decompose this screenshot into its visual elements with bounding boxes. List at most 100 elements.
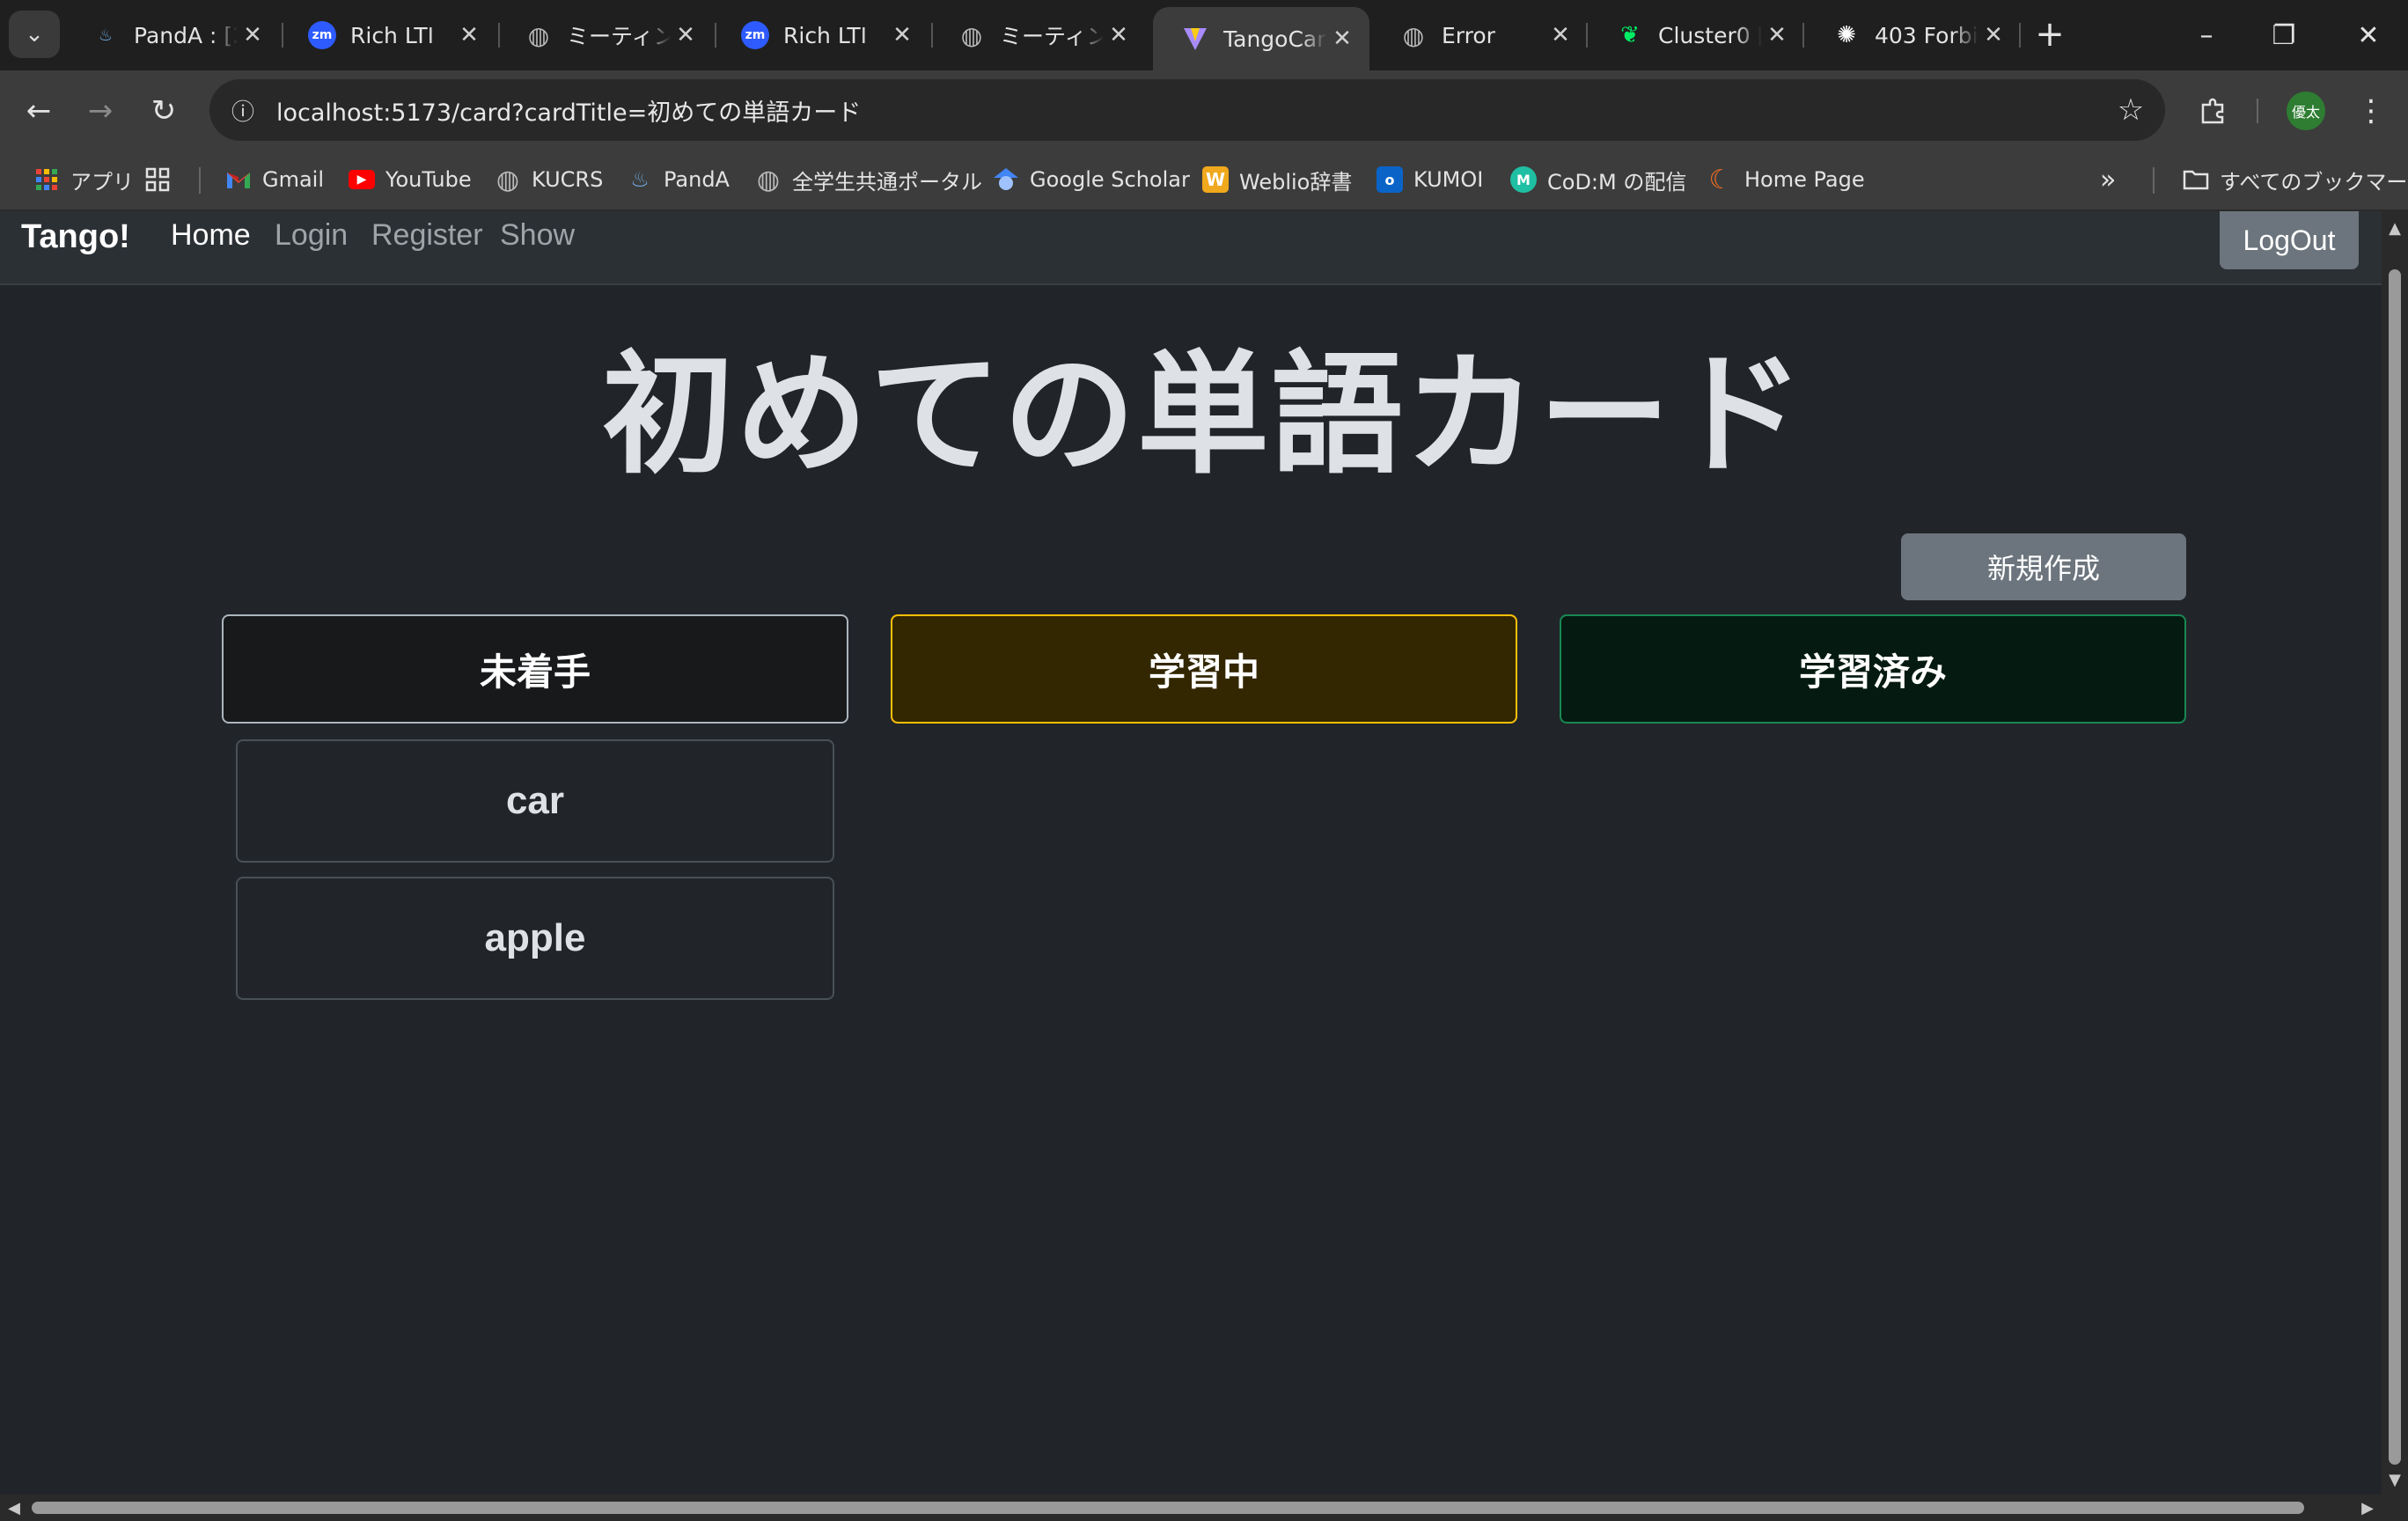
scroll-up-icon[interactable]: ▲ <box>2382 217 2408 239</box>
browser-tab[interactable]: ✺ 403 Forbi ✕ <box>1804 7 2021 63</box>
site-info-icon[interactable]: ⓘ <box>222 89 264 131</box>
browser-tab-active[interactable]: TangoCar ✕ <box>1153 7 1369 70</box>
bookmark-gmail[interactable]: Gmail <box>225 162 324 197</box>
close-icon[interactable]: ✕ <box>1979 20 2008 50</box>
youtube-icon: ▶ <box>349 170 375 189</box>
tab-label: Cluster0 [ <box>1658 22 1762 48</box>
bookmark-star-icon[interactable]: ☆ <box>2109 88 2153 132</box>
forward-arrow-icon[interactable]: → <box>76 86 125 136</box>
browser-tab-strip: ⌄ ♨ PandA : [2 ✕ zm Rich LTI ✕ ◍ ミーティング … <box>0 0 2408 70</box>
chevron-down-icon: ⌄ <box>25 21 44 48</box>
bookmark-kumoi[interactable]: o KUMOI <box>1377 162 1483 197</box>
mongodb-leaf-icon: ❦ <box>1620 22 1640 48</box>
kebab-menu-icon[interactable]: ⋮ <box>2346 86 2396 136</box>
browser-tab[interactable]: ◍ ミーティング ✕ <box>929 7 1146 63</box>
horizontal-scroll-thumb[interactable] <box>32 1502 2304 1514</box>
bookmark-label: アプリ <box>70 169 134 195</box>
tab-label: TangoCar <box>1223 26 1326 52</box>
bookmark-codm[interactable]: M CoD:M の配信 <box>1510 162 1686 197</box>
word-card[interactable]: car <box>236 739 834 863</box>
close-icon[interactable]: ✕ <box>1545 20 1575 50</box>
column-header-not-started[interactable]: 未着手 <box>222 614 848 724</box>
browser-tab[interactable]: zm Rich LTI ✕ <box>713 7 929 63</box>
browser-tab[interactable]: ♨ PandA : [2 ✕ <box>63 7 280 63</box>
scholar-icon <box>993 166 1019 193</box>
vertical-scroll-thumb[interactable] <box>2389 269 2401 1465</box>
bookmark-separator <box>2153 167 2155 194</box>
bookmark-apps[interactable]: アプリ <box>33 162 134 197</box>
bookmark-label: CoD:M の配信 <box>1547 169 1687 195</box>
bookmark-weblio[interactable]: W Weblio辞書 <box>1202 162 1352 197</box>
create-new-button[interactable]: 新規作成 <box>1901 533 2186 600</box>
bookmark-home-page[interactable]: ☾ Home Page <box>1707 162 1865 197</box>
window-close-icon[interactable]: ✕ <box>2338 9 2399 62</box>
close-icon[interactable]: ✕ <box>1327 24 1357 54</box>
nav-link-register[interactable]: Register <box>371 218 483 253</box>
extensions-icon[interactable] <box>2188 86 2237 136</box>
bookmark-label: KUMOI <box>1413 167 1484 192</box>
zoom-icon: zm <box>308 21 336 49</box>
nav-link-login[interactable]: Login <box>275 218 348 253</box>
new-tab-button[interactable]: + <box>2030 14 2070 55</box>
close-icon[interactable]: ✕ <box>887 20 917 50</box>
bookmark-youtube[interactable]: ▶ YouTube <box>349 162 472 197</box>
back-arrow-icon[interactable]: ← <box>14 86 63 136</box>
tab-label: ミーティング <box>567 24 671 49</box>
bookmark-label: Weblio辞書 <box>1239 169 1353 195</box>
browser-toolbar: ← → ↻ ⓘ localhost:5173/card?cardTitle=初め… <box>0 70 2408 150</box>
close-icon[interactable]: ✕ <box>238 20 268 50</box>
reload-icon[interactable]: ↻ <box>139 86 188 136</box>
browser-tab[interactable]: ◍ Error ✕ <box>1371 7 1588 63</box>
close-icon[interactable]: ✕ <box>1762 20 1792 50</box>
tab-label: Error <box>1442 22 1495 48</box>
bookmark-panda[interactable]: ♨ PandA <box>627 162 730 197</box>
horizontal-scrollbar[interactable]: ◀ ▶ <box>0 1495 2382 1521</box>
bookmark-label: Home Page <box>1744 167 1865 192</box>
tab-search-button[interactable]: ⌄ <box>9 11 60 58</box>
scroll-right-icon[interactable]: ▶ <box>2355 1495 2380 1521</box>
bookmark-separator <box>199 167 201 194</box>
all-bookmarks-folder[interactable]: すべてのブックマーク <box>2183 162 2408 197</box>
scroll-down-icon[interactable]: ▼ <box>2382 1468 2408 1491</box>
home-page-icon: ☾ <box>1708 164 1733 195</box>
bookmark-label: PandA <box>664 167 730 192</box>
bookmark-tab-groups[interactable] <box>144 162 171 197</box>
tab-label: PandA : [2 <box>134 22 238 48</box>
minimize-icon[interactable]: – <box>2176 9 2237 62</box>
url-text[interactable]: localhost:5173/card?cardTitle=初めての単語カード <box>276 93 861 128</box>
address-bar[interactable]: ⓘ localhost:5173/card?cardTitle=初めての単語カー… <box>209 79 2165 141</box>
close-icon[interactable]: ✕ <box>1104 20 1134 50</box>
bookmark-google-scholar[interactable]: Google Scholar <box>993 162 1190 197</box>
profile-avatar[interactable]: 優太 <box>2287 92 2325 130</box>
close-icon[interactable]: ✕ <box>454 20 484 50</box>
weblio-icon: W <box>1202 166 1229 193</box>
browser-tab[interactable]: ❦ Cluster0 [ ✕ <box>1588 7 1804 63</box>
tab-label: ミーティング <box>1000 24 1104 49</box>
restore-icon[interactable]: ❐ <box>2253 9 2315 62</box>
logout-button[interactable]: LogOut <box>2220 211 2359 269</box>
close-icon[interactable]: ✕ <box>671 20 701 50</box>
tab-separator <box>2019 23 2021 48</box>
tab-label: Rich LTI <box>350 22 434 48</box>
browser-tab[interactable]: ◍ ミーティング ✕ <box>496 7 713 63</box>
bookmark-label: 全学生共通ポータル <box>792 169 982 195</box>
app-navbar: Tango! Home Login Register Show LogOut <box>0 211 2382 285</box>
browser-tab[interactable]: zm Rich LTI ✕ <box>280 7 496 63</box>
bookmark-portal[interactable]: ◍ 全学生共通ポータル <box>755 162 982 197</box>
brand-logo[interactable]: Tango! <box>21 218 130 256</box>
folder-icon <box>2183 166 2209 193</box>
bookmarks-overflow-button[interactable]: » <box>2100 162 2116 197</box>
panda-icon: ♨ <box>630 167 650 192</box>
nav-link-home[interactable]: Home <box>171 218 251 253</box>
column-header-learned[interactable]: 学習済み <box>1560 614 2186 724</box>
bookmark-kucrs[interactable]: ◍ KUCRS <box>495 162 603 197</box>
tab-label: 403 Forbi <box>1875 22 1979 48</box>
scroll-left-icon[interactable]: ◀ <box>2 1495 26 1521</box>
nav-link-show[interactable]: Show <box>500 218 575 253</box>
page-title: 初めての単語カード <box>601 339 1806 492</box>
globe-icon: ◍ <box>960 20 983 50</box>
vertical-scrollbar[interactable]: ▲ ▼ <box>2382 211 2408 1495</box>
word-card[interactable]: apple <box>236 877 834 1000</box>
page-viewport: Tango! Home Login Register Show LogOut 初… <box>0 211 2382 1495</box>
column-header-learning[interactable]: 学習中 <box>891 614 1517 724</box>
